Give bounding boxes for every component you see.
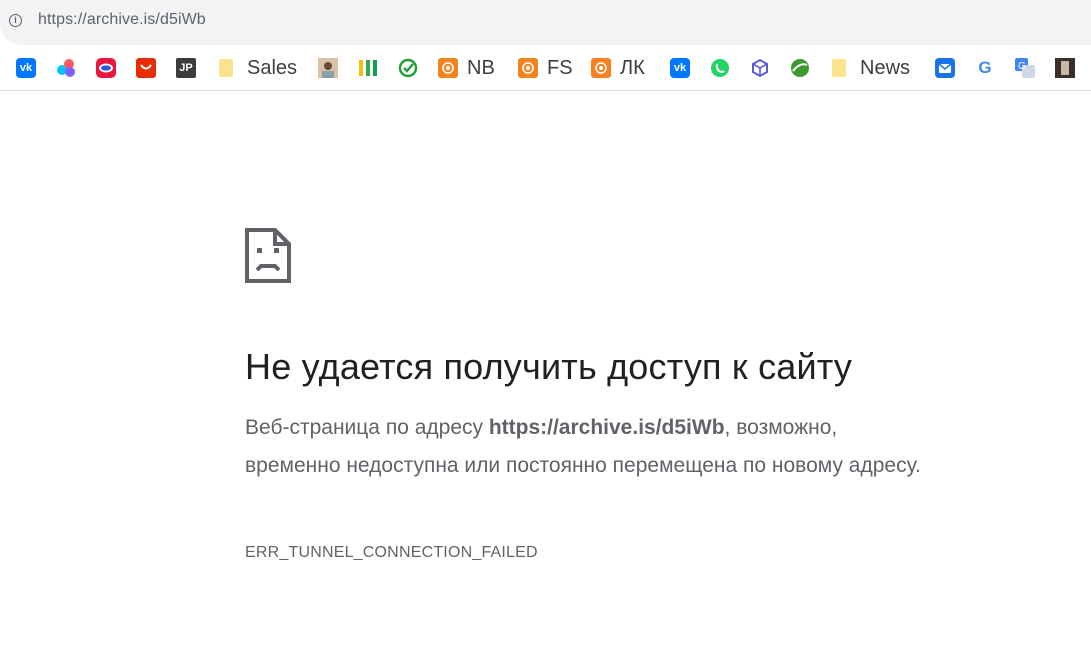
bars-icon	[359, 60, 377, 76]
bookmark-green-ball[interactable]	[790, 57, 810, 79]
bookmark-translate[interactable]: G	[1015, 57, 1035, 79]
bookmark-folder-news[interactable]: News	[832, 57, 910, 79]
aliexpress-icon	[136, 58, 156, 78]
url-text[interactable]: https://archive.is/d5iWb	[38, 11, 206, 29]
bookmark-label: News	[860, 56, 911, 79]
error-code: ERR_TUNNEL_CONNECTION_FAILED	[245, 544, 538, 561]
bookmark-sber[interactable]	[398, 57, 418, 79]
bookmark-lk[interactable]: ЛК	[591, 57, 645, 79]
bookmark-whatsapp[interactable]	[710, 57, 730, 79]
bookmark-colorful-dots[interactable]	[56, 57, 76, 79]
colorful-dots-icon	[57, 59, 75, 77]
error-title: Не удается получить доступ к сайту	[245, 346, 853, 387]
orange-flower-icon	[438, 58, 458, 78]
vk-icon: vk	[16, 58, 36, 78]
svg-text:G: G	[1018, 61, 1026, 72]
vk-icon: vk	[670, 58, 690, 78]
info-icon[interactable]: i	[9, 14, 22, 27]
bookmark-photo-avatar[interactable]	[318, 57, 338, 79]
bookmark-circle-logo[interactable]	[96, 57, 116, 79]
error-description: Веб-страница по адресу https://archive.i…	[245, 409, 935, 485]
bookmark-nb[interactable]: NB	[438, 57, 495, 79]
jp-icon: JP	[176, 58, 196, 78]
orange-flower-icon	[591, 58, 611, 78]
mail-icon	[935, 58, 955, 78]
circle-logo-icon	[96, 58, 116, 78]
whatsapp-icon	[711, 59, 729, 77]
bookmark-label: NB	[467, 56, 495, 79]
sad-document-icon	[245, 228, 291, 283]
folder-icon	[832, 59, 846, 77]
box-icon	[752, 58, 768, 78]
bookmark-vk-2[interactable]: vk	[670, 57, 690, 79]
sber-icon	[398, 58, 418, 78]
bookmarks-bar: vk JP Sales NB FS ЛК vk News G G	[0, 45, 1091, 91]
error-content: Не удается получить доступ к сайту Веб-с…	[245, 228, 945, 561]
bookmark-label: ЛК	[620, 56, 645, 79]
folder-icon	[219, 59, 233, 77]
bookmark-photo-thumbnail[interactable]	[1055, 57, 1075, 79]
bookmark-bars[interactable]	[358, 57, 378, 79]
orange-flower-icon	[518, 58, 538, 78]
translate-icon: G	[1015, 58, 1035, 78]
photo-thumbnail-icon	[1055, 58, 1075, 78]
photo-avatar-icon	[318, 58, 338, 78]
bookmark-vk[interactable]: vk	[16, 57, 36, 79]
bookmark-mail[interactable]	[935, 57, 955, 79]
bookmark-box[interactable]	[750, 57, 770, 79]
bookmark-google[interactable]: G	[975, 57, 995, 79]
bookmark-label: Sales	[247, 56, 298, 79]
address-bar[interactable]: i https://archive.is/d5iWb	[0, 0, 1091, 45]
bookmark-aliexpress[interactable]	[136, 57, 156, 79]
description-url: https://archive.is/d5iWb	[488, 416, 725, 439]
google-icon: G	[978, 58, 992, 77]
bookmark-label: FS	[547, 56, 573, 79]
description-prefix: Веб-страница по адресу	[245, 416, 489, 439]
bookmark-fs[interactable]: FS	[518, 57, 573, 79]
bookmark-jp[interactable]: JP	[176, 57, 196, 79]
green-ball-icon	[791, 59, 809, 77]
bookmark-folder-sales[interactable]: Sales	[219, 57, 297, 79]
